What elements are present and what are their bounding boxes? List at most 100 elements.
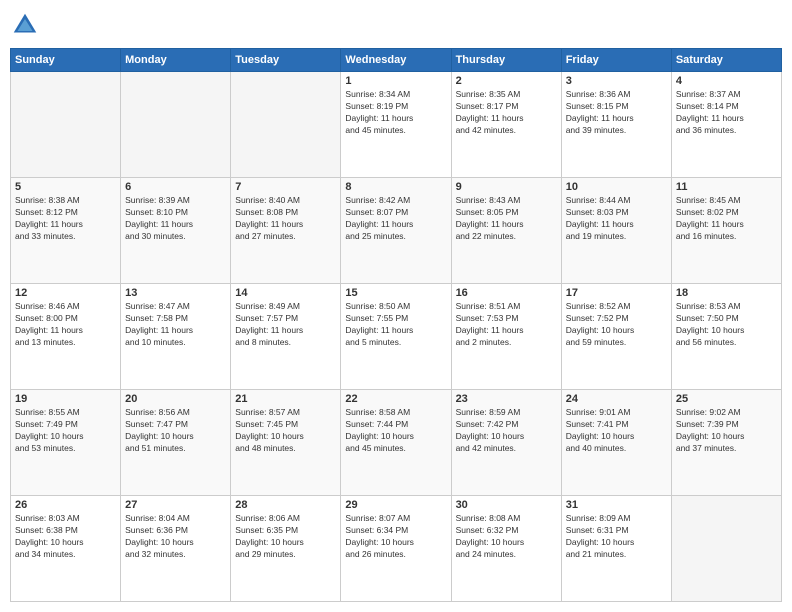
cell-date: 25 <box>676 393 777 405</box>
calendar-cell: 27 Sunrise: 8:04 AM Sunset: 6:36 PM Dayli… <box>121 496 231 602</box>
calendar-cell: 20 Sunrise: 8:56 AM Sunset: 7:47 PM Dayli… <box>121 390 231 496</box>
cell-date: 24 <box>566 393 667 405</box>
calendar-cell: 29 Sunrise: 8:07 AM Sunset: 6:34 PM Dayli… <box>341 496 451 602</box>
calendar-header: SundayMondayTuesdayWednesdayThursdayFrid… <box>11 49 782 72</box>
calendar-cell <box>11 72 121 178</box>
calendar-cell: 10 Sunrise: 8:44 AM Sunset: 8:03 PM Dayli… <box>561 178 671 284</box>
cell-date: 14 <box>235 287 336 299</box>
cell-date: 12 <box>15 287 116 299</box>
cell-info: Sunrise: 8:45 AM Sunset: 8:02 PM Dayligh… <box>676 195 777 243</box>
calendar-cell: 18Sunrise: 8:53 AM Sunset: 7:50 PM Dayli… <box>671 284 781 390</box>
calendar-cell: 1 Sunrise: 8:34 AM Sunset: 8:19 PM Daylig… <box>341 72 451 178</box>
calendar-cell: 25 Sunrise: 9:02 AM Sunset: 7:39 PM Dayli… <box>671 390 781 496</box>
cell-info: Sunrise: 8:07 AM Sunset: 6:34 PM Dayligh… <box>345 513 446 561</box>
cell-date: 10 <box>566 181 667 193</box>
cell-info: Sunrise: 8:04 AM Sunset: 6:36 PM Dayligh… <box>125 513 226 561</box>
day-header-tuesday: Tuesday <box>231 49 341 72</box>
week-row: 5 Sunrise: 8:38 AM Sunset: 8:12 PM Daylig… <box>11 178 782 284</box>
page: SundayMondayTuesdayWednesdayThursdayFrid… <box>0 0 792 612</box>
header <box>10 10 782 40</box>
cell-info: Sunrise: 8:59 AM Sunset: 7:42 PM Dayligh… <box>456 407 557 455</box>
week-row: 1 Sunrise: 8:34 AM Sunset: 8:19 PM Daylig… <box>11 72 782 178</box>
cell-info: Sunrise: 8:39 AM Sunset: 8:10 PM Dayligh… <box>125 195 226 243</box>
cell-info: Sunrise: 8:06 AM Sunset: 6:35 PM Dayligh… <box>235 513 336 561</box>
logo <box>10 10 44 40</box>
calendar-cell: 28 Sunrise: 8:06 AM Sunset: 6:35 PM Dayli… <box>231 496 341 602</box>
cell-date: 6 <box>125 181 226 193</box>
calendar-cell <box>231 72 341 178</box>
calendar-cell <box>671 496 781 602</box>
cell-info: Sunrise: 8:56 AM Sunset: 7:47 PM Dayligh… <box>125 407 226 455</box>
calendar-cell: 7 Sunrise: 8:40 AM Sunset: 8:08 PM Daylig… <box>231 178 341 284</box>
day-header-monday: Monday <box>121 49 231 72</box>
calendar-cell: 15Sunrise: 8:50 AM Sunset: 7:55 PM Dayli… <box>341 284 451 390</box>
cell-info: Sunrise: 8:52 AM Sunset: 7:52 PM Dayligh… <box>566 301 667 349</box>
calendar-cell: 26 Sunrise: 8:03 AM Sunset: 6:38 PM Dayli… <box>11 496 121 602</box>
cell-info: Sunrise: 8:55 AM Sunset: 7:49 PM Dayligh… <box>15 407 116 455</box>
cell-info: Sunrise: 9:01 AM Sunset: 7:41 PM Dayligh… <box>566 407 667 455</box>
cell-date: 30 <box>456 499 557 511</box>
calendar-cell: 14 Sunrise: 8:49 AM Sunset: 7:57 PM Dayli… <box>231 284 341 390</box>
cell-info: Sunrise: 8:38 AM Sunset: 8:12 PM Dayligh… <box>15 195 116 243</box>
calendar-cell: 9 Sunrise: 8:43 AM Sunset: 8:05 PM Daylig… <box>451 178 561 284</box>
calendar-cell: 4 Sunrise: 8:37 AM Sunset: 8:14 PM Daylig… <box>671 72 781 178</box>
cell-info: Sunrise: 8:49 AM Sunset: 7:57 PM Dayligh… <box>235 301 336 349</box>
cell-date: 13 <box>125 287 226 299</box>
cell-date: 1 <box>345 75 446 87</box>
cell-info: Sunrise: 8:40 AM Sunset: 8:08 PM Dayligh… <box>235 195 336 243</box>
calendar-cell: 3Sunrise: 8:36 AM Sunset: 8:15 PM Daylig… <box>561 72 671 178</box>
calendar-table: SundayMondayTuesdayWednesdayThursdayFrid… <box>10 48 782 602</box>
cell-date: 9 <box>456 181 557 193</box>
calendar-cell: 11 Sunrise: 8:45 AM Sunset: 8:02 PM Dayli… <box>671 178 781 284</box>
cell-date: 17 <box>566 287 667 299</box>
calendar-cell: 5 Sunrise: 8:38 AM Sunset: 8:12 PM Daylig… <box>11 178 121 284</box>
week-row: 12Sunrise: 8:46 AM Sunset: 8:00 PM Dayli… <box>11 284 782 390</box>
week-row: 19Sunrise: 8:55 AM Sunset: 7:49 PM Dayli… <box>11 390 782 496</box>
cell-date: 4 <box>676 75 777 87</box>
cell-date: 22 <box>345 393 446 405</box>
cell-info: Sunrise: 8:03 AM Sunset: 6:38 PM Dayligh… <box>15 513 116 561</box>
cell-date: 16 <box>456 287 557 299</box>
cell-info: Sunrise: 8:37 AM Sunset: 8:14 PM Dayligh… <box>676 89 777 137</box>
calendar-cell: 30 Sunrise: 8:08 AM Sunset: 6:32 PM Dayli… <box>451 496 561 602</box>
calendar-cell: 6 Sunrise: 8:39 AM Sunset: 8:10 PM Daylig… <box>121 178 231 284</box>
day-header-thursday: Thursday <box>451 49 561 72</box>
cell-info: Sunrise: 8:50 AM Sunset: 7:55 PM Dayligh… <box>345 301 446 349</box>
logo-icon <box>10 10 40 40</box>
cell-date: 28 <box>235 499 336 511</box>
day-header-sunday: Sunday <box>11 49 121 72</box>
cell-info: Sunrise: 9:02 AM Sunset: 7:39 PM Dayligh… <box>676 407 777 455</box>
cell-info: Sunrise: 8:43 AM Sunset: 8:05 PM Dayligh… <box>456 195 557 243</box>
calendar-cell: 2 Sunrise: 8:35 AM Sunset: 8:17 PM Daylig… <box>451 72 561 178</box>
cell-date: 5 <box>15 181 116 193</box>
calendar-cell: 31Sunrise: 8:09 AM Sunset: 6:31 PM Dayli… <box>561 496 671 602</box>
cell-info: Sunrise: 8:34 AM Sunset: 8:19 PM Dayligh… <box>345 89 446 137</box>
day-header-saturday: Saturday <box>671 49 781 72</box>
cell-date: 11 <box>676 181 777 193</box>
calendar-cell: 16Sunrise: 8:51 AM Sunset: 7:53 PM Dayli… <box>451 284 561 390</box>
calendar-cell: 23 Sunrise: 8:59 AM Sunset: 7:42 PM Dayli… <box>451 390 561 496</box>
calendar-cell: 24 Sunrise: 9:01 AM Sunset: 7:41 PM Dayli… <box>561 390 671 496</box>
calendar-cell: 19Sunrise: 8:55 AM Sunset: 7:49 PM Dayli… <box>11 390 121 496</box>
cell-info: Sunrise: 8:44 AM Sunset: 8:03 PM Dayligh… <box>566 195 667 243</box>
cell-info: Sunrise: 8:08 AM Sunset: 6:32 PM Dayligh… <box>456 513 557 561</box>
day-header-wednesday: Wednesday <box>341 49 451 72</box>
calendar-cell: 21Sunrise: 8:57 AM Sunset: 7:45 PM Dayli… <box>231 390 341 496</box>
cell-date: 27 <box>125 499 226 511</box>
cell-date: 29 <box>345 499 446 511</box>
cell-info: Sunrise: 8:47 AM Sunset: 7:58 PM Dayligh… <box>125 301 226 349</box>
cell-info: Sunrise: 8:09 AM Sunset: 6:31 PM Dayligh… <box>566 513 667 561</box>
cell-date: 26 <box>15 499 116 511</box>
calendar-body: 1 Sunrise: 8:34 AM Sunset: 8:19 PM Daylig… <box>11 72 782 602</box>
cell-info: Sunrise: 8:42 AM Sunset: 8:07 PM Dayligh… <box>345 195 446 243</box>
cell-date: 8 <box>345 181 446 193</box>
cell-date: 2 <box>456 75 557 87</box>
week-row: 26 Sunrise: 8:03 AM Sunset: 6:38 PM Dayli… <box>11 496 782 602</box>
cell-date: 20 <box>125 393 226 405</box>
cell-info: Sunrise: 8:35 AM Sunset: 8:17 PM Dayligh… <box>456 89 557 137</box>
header-row: SundayMondayTuesdayWednesdayThursdayFrid… <box>11 49 782 72</box>
cell-date: 7 <box>235 181 336 193</box>
cell-date: 18 <box>676 287 777 299</box>
cell-info: Sunrise: 8:58 AM Sunset: 7:44 PM Dayligh… <box>345 407 446 455</box>
cell-date: 23 <box>456 393 557 405</box>
